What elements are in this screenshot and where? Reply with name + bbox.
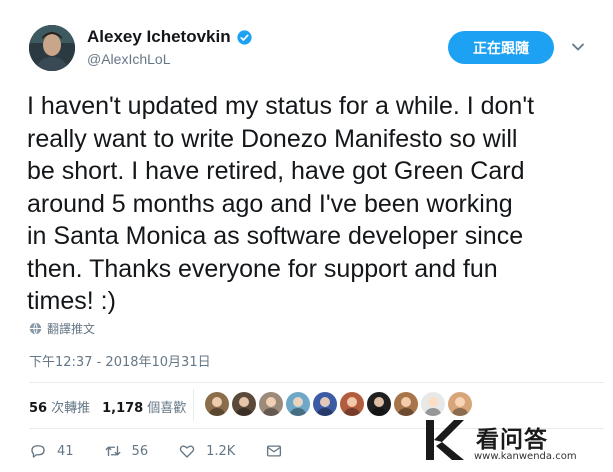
like-action[interactable]: 1.2K xyxy=(178,442,235,460)
retweets-stat[interactable]: 56 次轉推 xyxy=(29,397,90,416)
following-button[interactable]: 正在跟隨 xyxy=(448,31,554,64)
divider xyxy=(193,389,194,421)
liker-avatar[interactable] xyxy=(367,392,391,416)
retweet-action[interactable]: 56 xyxy=(104,442,149,460)
likes-label: 個喜歡 xyxy=(147,401,187,416)
liker-avatar[interactable] xyxy=(394,392,418,416)
liker-avatar[interactable] xyxy=(205,392,229,416)
liker-avatar[interactable] xyxy=(259,392,283,416)
translate-label[interactable]: 翻譯推文 xyxy=(47,320,95,337)
liker-avatar[interactable] xyxy=(232,392,256,416)
like-count: 1.2K xyxy=(206,443,236,459)
author-name-text[interactable]: Alexey Ichetovkin xyxy=(87,27,231,47)
chevron-down-icon[interactable] xyxy=(570,39,586,55)
verified-badge-icon xyxy=(237,29,252,45)
retweet-icon xyxy=(105,445,120,457)
heart-icon xyxy=(179,445,195,458)
kanwenda-logo-icon xyxy=(426,420,464,460)
globe-icon xyxy=(29,322,42,335)
engagement-stats: 56 次轉推 1,178 個喜歡 xyxy=(29,397,186,416)
liker-avatar[interactable] xyxy=(340,392,364,416)
tweet-timestamp[interactable]: 下午12:37 - 2018年10月31日 xyxy=(29,351,211,370)
watermark-url: www.kanwenda.com xyxy=(474,451,577,462)
liker-avatar[interactable] xyxy=(448,392,472,416)
author-handle[interactable]: @AlexIchLoL xyxy=(87,51,170,67)
watermark: 看问答 www.kanwenda.com xyxy=(420,416,598,466)
watermark-title: 看问答 xyxy=(476,427,548,453)
envelope-icon xyxy=(267,445,282,457)
message-action[interactable] xyxy=(265,442,283,460)
likers-avatars xyxy=(205,392,472,416)
reply-icon xyxy=(31,445,45,458)
retweet-count: 56 xyxy=(131,443,149,459)
author-name[interactable]: Alexey Ichetovkin xyxy=(87,27,253,47)
reply-count: 41 xyxy=(57,443,74,459)
tweet-text: I haven't updated my status for a while.… xyxy=(27,92,535,315)
author-avatar[interactable] xyxy=(29,25,75,71)
translate-tweet-link[interactable]: 翻譯推文 xyxy=(29,320,95,337)
liker-avatar[interactable] xyxy=(286,392,310,416)
retweets-count: 56 xyxy=(29,401,48,416)
retweets-label: 次轉推 xyxy=(51,401,91,416)
divider xyxy=(29,382,604,383)
tweet-actions: 41 56 1.2K xyxy=(29,442,313,460)
likes-count: 1,178 xyxy=(102,401,144,416)
reply-action[interactable]: 41 xyxy=(29,442,74,460)
liker-avatar[interactable] xyxy=(421,392,445,416)
likes-stat[interactable]: 1,178 個喜歡 xyxy=(102,397,186,416)
liker-avatar[interactable] xyxy=(313,392,337,416)
